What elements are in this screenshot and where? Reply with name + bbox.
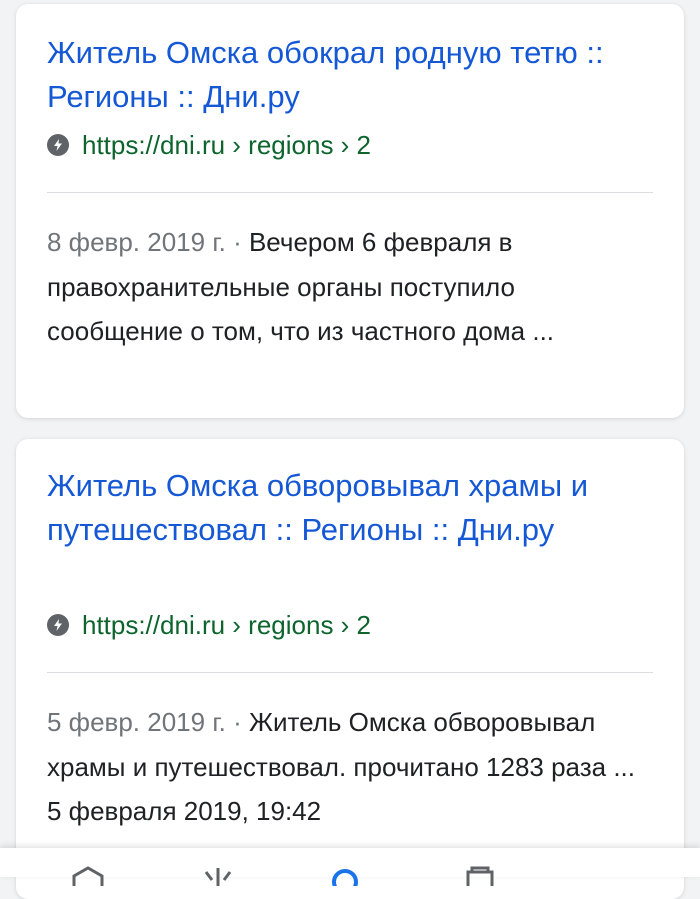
result-title-link[interactable]: Житель Омска обворовывал храмы и путешес… <box>47 464 664 552</box>
bottom-navigation-bar <box>0 848 700 886</box>
divider <box>47 672 653 673</box>
nav-discover-button[interactable] <box>198 866 238 886</box>
home-icon <box>72 866 104 886</box>
search-icon <box>332 869 358 886</box>
result-url-link[interactable]: https://dni.ru › regions › 2 <box>47 610 371 640</box>
divider <box>47 192 653 193</box>
nav-collections-button[interactable] <box>460 866 500 886</box>
result-title-link[interactable]: Житель Омска обокрал родную тетю :: Реги… <box>47 31 664 119</box>
collections-icon <box>466 866 494 886</box>
nav-home-button[interactable] <box>68 866 108 886</box>
result-url-text: https://dni.ru › regions › 2 <box>82 610 372 640</box>
search-result-card: Житель Омска обокрал родную тетю :: Реги… <box>16 4 684 418</box>
result-snippet: 5 февр. 2019 г. · Житель Омска обворовыв… <box>47 700 656 834</box>
result-url-text: https://dni.ru › regions › 2 <box>82 130 372 160</box>
result-snippet: 8 февр. 2019 г. · Вечером 6 февраля в пр… <box>47 220 656 354</box>
nav-search-button[interactable] <box>325 866 365 886</box>
amp-lightning-icon <box>47 614 69 636</box>
result-date: 8 февр. 2019 г. · <box>47 227 249 257</box>
result-url-link[interactable]: https://dni.ru › regions › 2 <box>47 130 371 160</box>
search-result-card: Житель Омска обворовывал храмы и путешес… <box>16 439 684 899</box>
amp-lightning-icon <box>47 134 69 156</box>
result-date: 5 февр. 2019 г. · <box>47 707 249 737</box>
discover-icon <box>204 868 232 886</box>
